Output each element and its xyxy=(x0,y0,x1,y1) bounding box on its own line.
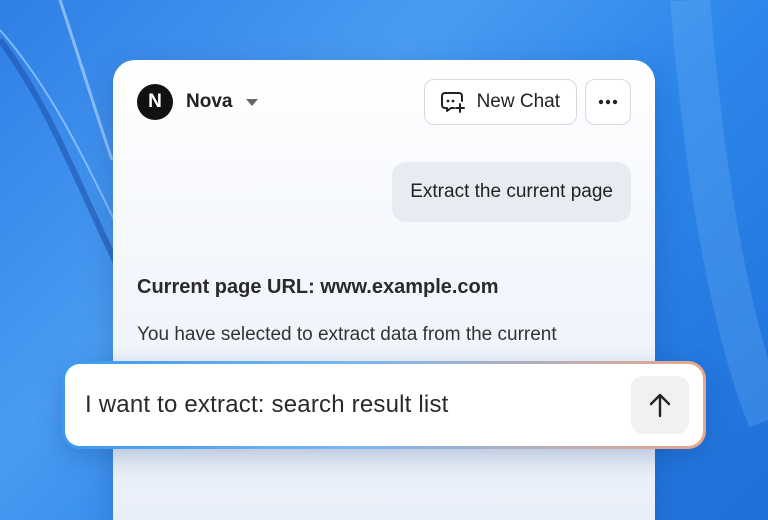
chat-input-field[interactable]: I want to extract: search result list xyxy=(85,391,631,419)
reply-body: You have selected to extract data from t… xyxy=(137,324,557,345)
agent-avatar: N xyxy=(137,84,173,120)
agent-name[interactable]: Nova xyxy=(186,91,232,113)
chat-input-container: I want to extract: search result list xyxy=(62,361,706,449)
more-horizontal-icon xyxy=(598,99,618,105)
send-button[interactable] xyxy=(631,376,689,434)
caret-down-icon[interactable] xyxy=(246,98,259,106)
user-message-bubble: Extract the current page xyxy=(392,162,631,222)
chat-plus-icon xyxy=(440,92,465,113)
new-chat-button[interactable]: New Chat xyxy=(423,79,577,125)
arrow-up-icon xyxy=(649,393,671,418)
more-options-button[interactable] xyxy=(585,79,631,125)
assistant-panel: N Nova New Chat Extract the current page… xyxy=(113,60,655,520)
panel-header: N Nova New Chat xyxy=(137,79,631,125)
user-message-text: Extract the current page xyxy=(410,181,613,202)
new-chat-label: New Chat xyxy=(476,91,560,112)
chat-input-box[interactable]: I want to extract: search result list xyxy=(65,364,703,446)
reply-title: Current page URL: www.example.com xyxy=(137,276,499,298)
